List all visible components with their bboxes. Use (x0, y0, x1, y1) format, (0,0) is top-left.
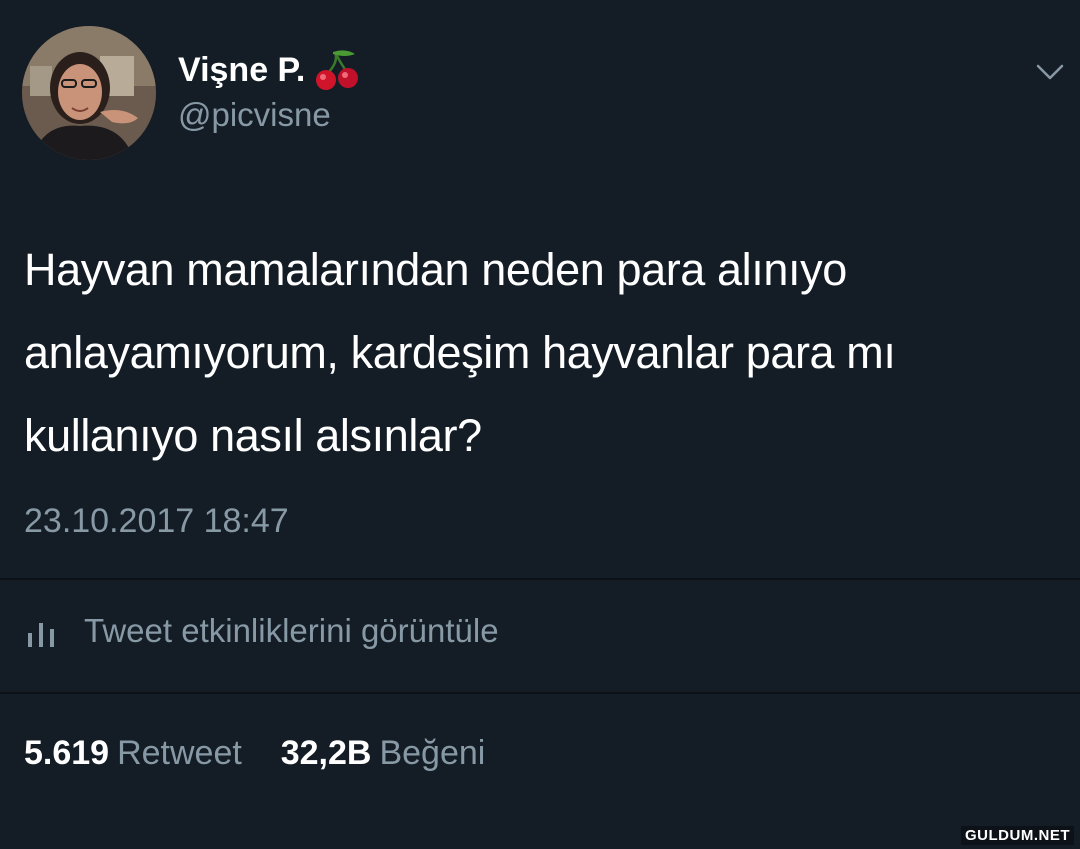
retweet-label: Retweet (117, 734, 242, 772)
watermark: GULDUM.NET (961, 826, 1074, 845)
avatar[interactable] (22, 26, 156, 160)
like-label: Beğeni (379, 734, 486, 772)
like-count: 32,2B (280, 734, 372, 772)
view-tweet-activity-label: Tweet etkinliklerini görüntüle (84, 612, 499, 649)
divider (0, 692, 1080, 694)
tweet-text-line: Hayvan mamalarından neden para alınıyo (24, 244, 847, 295)
view-tweet-activity-link[interactable]: Tweet etkinliklerini görüntüle (24, 612, 499, 650)
retweet-stat[interactable]: 5.619 Retweet (24, 734, 251, 772)
chevron-down-icon[interactable] (1034, 60, 1066, 84)
avatar-photo (22, 26, 156, 160)
retweet-count: 5.619 (24, 734, 110, 772)
divider (0, 578, 1080, 580)
author-name-text: Vişne P. (178, 50, 306, 89)
like-stat[interactable]: 32,2B Beğeni (281, 734, 486, 772)
tweet-card: Vişne P. @picvisne Hayvan mamalarından n… (0, 0, 1080, 849)
author-handle[interactable]: @picvisne (178, 96, 331, 134)
tweet-text-line: anlayamıyorum, kardeşim hayvanlar para m… (24, 327, 896, 378)
cherry-icon (316, 50, 359, 90)
tweet-text: Hayvan mamalarından neden para alınıyo a… (24, 228, 1064, 477)
analytics-bars-icon (28, 623, 54, 647)
tweet-text-line: kullanıyo nasıl alsınlar? (24, 410, 482, 461)
author-name[interactable]: Vişne P. (178, 48, 361, 92)
tweet-timestamp: 23.10.2017 18:47 (24, 502, 289, 540)
tweet-stats: 5.619 Retweet 32,2B Beğeni (24, 734, 485, 773)
